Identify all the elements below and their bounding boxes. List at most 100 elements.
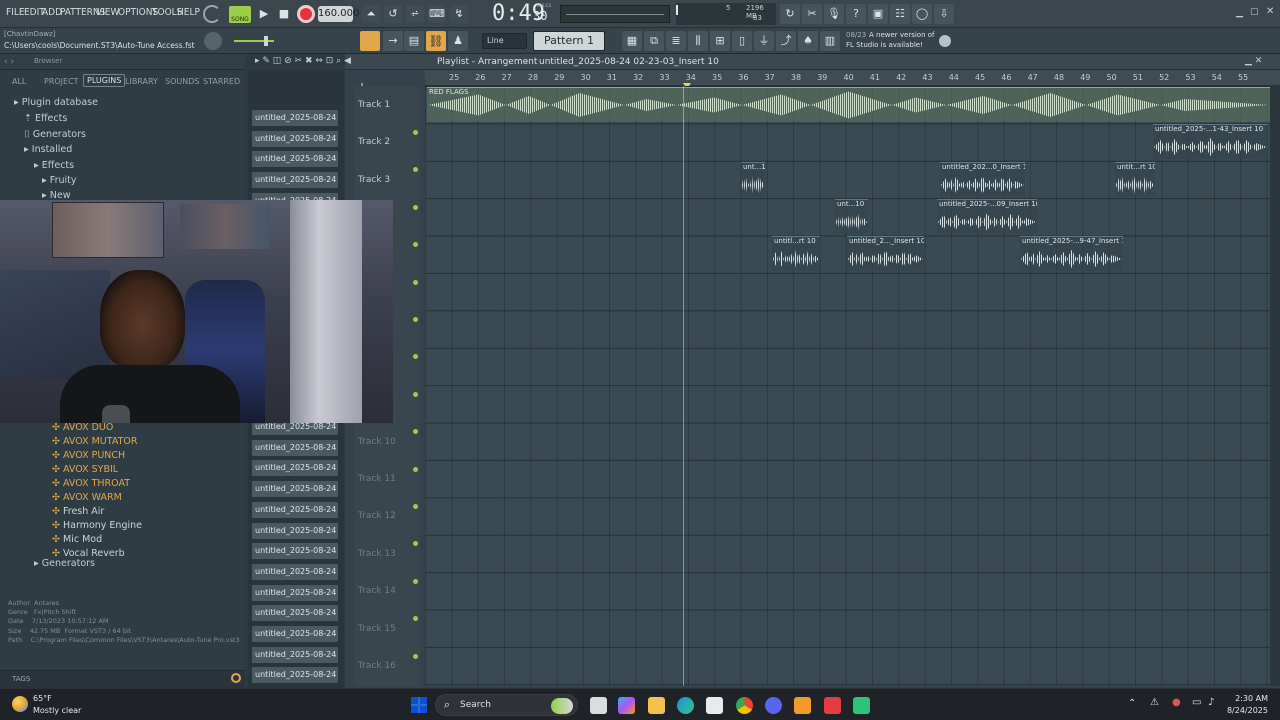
undo-history-icon[interactable]: ↻ [780,4,800,24]
browser-icon[interactable]: ▯ [732,31,752,51]
snap-selector[interactable]: Line [482,33,527,49]
track-mute-led[interactable] [413,653,418,659]
track-name[interactable]: Track 16 [358,661,396,671]
track-name[interactable]: Track 3 [358,175,390,185]
save-icon[interactable]: ▣ [868,4,888,24]
audio-clip[interactable]: untitled_2..._Insert 10 [847,236,924,271]
news-globe-icon[interactable] [939,35,951,47]
play-button[interactable]: ▶ [254,4,274,24]
clock-time[interactable]: 2:30 AM [1232,694,1268,703]
playlist-window-icon[interactable] [360,31,380,51]
maximize-button[interactable]: ▢ [1250,7,1259,17]
minimize-button[interactable]: ▁ [1236,8,1243,18]
audio-clip[interactable]: untit...rt 10 [1115,162,1155,197]
song-mode-button[interactable]: SONG [229,6,251,23]
mixer-view-icon[interactable]: ⫼ [688,31,708,51]
plugin-item[interactable]: ✣ AVOX WARM [52,492,122,503]
weather-temp[interactable]: 65°F [33,694,52,703]
picker-clip[interactable]: untitled_2025-08-24 01-... [251,129,339,148]
news-line-1[interactable]: A newer version of [869,31,935,39]
store-icon[interactable] [706,697,723,714]
main-menu-icon[interactable]: ▤ [404,31,424,51]
tab-sounds[interactable]: SOUNDS [165,77,199,86]
plugin-item[interactable]: ✣ AVOX MUTATOR [52,436,137,447]
track-mute-led[interactable] [413,354,418,360]
tags-search-icon[interactable] [231,673,241,683]
picker-clip[interactable]: untitled_2025-08-24 02-... [251,521,339,540]
tree-effects[interactable]: ⇡ Effects [24,113,67,124]
browser-arrows-icon[interactable]: ‹ › [4,57,14,67]
microphone-icon[interactable]: 🎙 [824,4,844,24]
plugin-item[interactable]: ✣ Vocal Reverb [52,548,125,559]
playlist-window-controls[interactable]: ▁ ✕ [1245,56,1262,66]
track-mute-led[interactable] [413,504,418,509]
tree-installed[interactable]: ▸ Installed [24,144,72,155]
picker-clip[interactable]: untitled_2025-08-24 02-... [251,542,339,561]
track-mute-led[interactable] [413,541,418,547]
tree-installed-effects[interactable]: ▸ Effects [34,160,74,171]
search-box[interactable]: ⌕ Search [435,694,578,716]
picker-clip[interactable]: untitled_2025-08-24 02-... [251,583,339,602]
metronome-icon[interactable]: ⏶ [362,5,380,23]
playlist-icon[interactable]: ▦ [622,31,642,51]
cut-icon[interactable]: ✂ [802,4,822,24]
picker-clip[interactable]: untitled_2025-08-24 02-... [251,625,339,643]
weather-icon[interactable] [12,696,28,712]
vertical-scrollbar[interactable] [1270,86,1280,686]
track-mute-led[interactable] [413,279,418,285]
tree-installed-generators[interactable]: ▸ Generators [34,558,95,569]
track-mute-led[interactable] [413,578,418,584]
track-mute-led[interactable] [413,167,418,173]
blend-notes-icon[interactable]: ↯ [450,5,468,23]
picker-clip[interactable]: untitled_2025-08-24 02-... [251,480,339,499]
menu-view[interactable]: VIEW [96,7,119,18]
tab-project[interactable]: PROJECT [44,77,79,86]
tempo-tapper-icon[interactable]: ⤴ [776,31,796,51]
edge-icon[interactable] [677,697,694,714]
chat-app-icon[interactable] [853,697,870,714]
tab-library[interactable]: LIBRARY [125,77,158,86]
track-name[interactable]: Track 15 [358,624,396,634]
picker-clip[interactable]: untitled_2025-08-24 02-... [251,562,339,581]
track-mute-led[interactable] [413,130,418,135]
picker-clip[interactable]: untitled_2025-08-24 01-... [251,150,339,169]
countdown-icon[interactable]: ⩫ [406,5,424,23]
project-info-icon[interactable]: ▥ [820,31,840,51]
tray-overflow-icon[interactable]: ⌃ [1128,698,1136,709]
chat-icon[interactable]: ◯ [912,4,932,24]
audio-clip[interactable]: unt...10 [835,199,868,234]
tempo-display[interactable]: 160.000 [318,6,359,22]
copilot-icon[interactable] [618,697,635,714]
fl-studio-icon[interactable] [794,697,811,714]
audio-clip[interactable]: untitled_2025-...9-47_Insert 10 [1020,236,1123,271]
plugin-item[interactable]: ✣ AVOX PUNCH [52,450,125,461]
link-icon[interactable]: ⛓ [426,31,446,51]
track-name[interactable]: Track 14 [358,586,396,596]
picker-clip[interactable]: untitled_2025-08-24 02-... [251,666,339,685]
track-mute-led[interactable] [413,391,418,397]
plugin-item[interactable]: ✣ AVOX SYBIL [52,464,118,475]
start-button[interactable] [411,697,427,713]
track-mute-led[interactable] [413,204,418,210]
plugin-item[interactable]: ✣ Mic Mod [52,534,102,545]
picker-clip[interactable]: untitled_2025-08-24 02-... [251,604,339,623]
snap-arrow-icon[interactable]: → [383,31,403,51]
menu-help[interactable]: HELP [177,7,200,18]
audio-clip[interactable]: RED FLAGS [427,87,1270,122]
track-mute-led[interactable] [413,242,418,248]
track-name[interactable]: Track 11 [358,474,396,484]
playlist-grid[interactable]: RED FLAGS untitled_2025-...1-43_Insert 10… [425,86,1270,686]
track-mute-led[interactable] [413,616,418,622]
clock-date[interactable]: 8/24/2025 [1222,706,1268,715]
tree-plugin-database[interactable]: ▸ Plugin database [14,97,98,108]
tab-plugins[interactable]: PLUGINS [83,74,126,87]
audio-clip[interactable]: untitled_2025-...1-43_Insert 10 [1153,124,1268,159]
plugin-item[interactable]: ✣ AVOX THROAT [52,478,130,489]
picker-clip[interactable]: untitled_2025-08-24 02-... [251,459,339,478]
picker-clip[interactable]: untitled_2025-08-24 01-... [251,109,339,127]
network-warning-icon[interactable]: ⚠ [1150,697,1159,708]
tab-starred[interactable]: STARRED [203,77,240,86]
channel-rack-icon[interactable]: ≣ [666,31,686,51]
capture-app-icon[interactable] [824,697,841,714]
picker-clip[interactable]: untitled_2025-08-24 02-... [251,645,339,664]
